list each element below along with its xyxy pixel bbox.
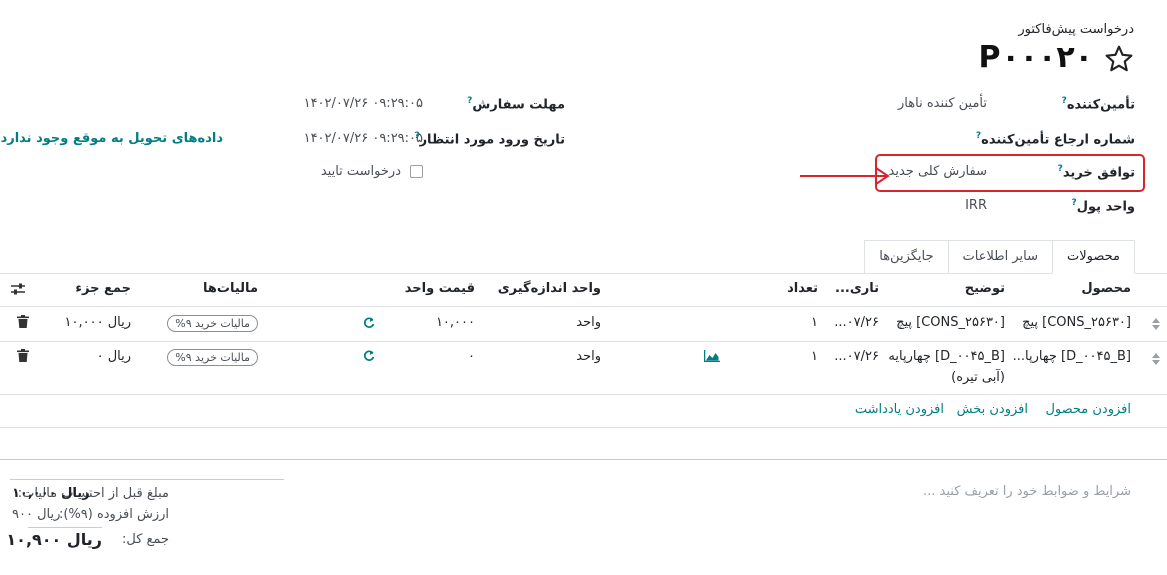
column-header-product[interactable]: محصول (1081, 281, 1131, 296)
untaxed-amount-value: ریال ۱۰,۰۰۰ (12, 486, 90, 501)
refresh-icon[interactable] (363, 350, 375, 362)
vendor-field[interactable]: تأمین کننده ناهار (898, 96, 987, 111)
description-cell[interactable]: [CONS_۲۵۶۳۰] پیچ (896, 315, 1005, 330)
drag-handle-icon[interactable] (1152, 353, 1160, 365)
row-divider (0, 427, 1167, 428)
unit-price-cell[interactable]: ۱۰,۰۰۰ (436, 315, 475, 330)
purchase-agreement-field[interactable]: سفارش کلی جدید (889, 164, 987, 179)
product-cell[interactable]: [CONS_۲۵۶۳۰] پیچ (1022, 315, 1131, 330)
forecast-chart-icon[interactable] (704, 350, 720, 362)
vendor-reference-label: شماره ارجاع تأمین‌کننده? (975, 131, 1135, 148)
request-confirmation-checkbox[interactable] (410, 165, 423, 178)
tab-products[interactable]: محصولات (1052, 240, 1135, 274)
subtotal-cell: ریال ۱۰,۰۰۰ (64, 315, 131, 330)
column-header-quantity[interactable]: تعداد (787, 281, 818, 296)
order-deadline-label: مهلت سفارش? (467, 96, 565, 113)
request-confirmation-label: درخواست تایید (320, 164, 401, 179)
tab-alternatives[interactable]: جایگزین‌ها (864, 240, 949, 274)
unit-price-cell[interactable]: ۰ (468, 349, 475, 364)
column-header-description[interactable]: توضیح (965, 281, 1005, 296)
table-header-divider (0, 306, 1167, 307)
expected-arrival-label: تاریخ ورود مورد انتظار? (414, 131, 565, 148)
uom-cell[interactable]: واحد (576, 349, 601, 364)
total-value: ریال ۱۰,۹۰۰ (6, 530, 102, 549)
document-kind-label: درخواست پیش‌فاکتور (1018, 22, 1134, 37)
currency-label: واحد پول? (1071, 198, 1136, 215)
currency-field[interactable]: IRR (965, 198, 987, 213)
arrow-right-icon (800, 167, 890, 185)
column-header-date[interactable]: تاری... (835, 281, 879, 296)
column-header-subtotal[interactable]: جمع جزء (75, 281, 131, 296)
vendor-label: تأمین‌کننده? (1061, 96, 1135, 113)
date-cell[interactable]: ...۰۷/۲۶ (834, 315, 879, 330)
tab-other-info[interactable]: سایر اطلاعات (947, 240, 1053, 274)
column-settings-icon[interactable] (11, 283, 25, 295)
totals-divider (10, 479, 284, 480)
drag-handle-icon[interactable] (1152, 318, 1160, 330)
expected-arrival-field[interactable]: ۱۴۰۲/۰۷/۲۶ ۰۹:۲۹:۰۵ (304, 131, 423, 146)
column-header-taxes[interactable]: مالیات‌ها (203, 281, 258, 296)
order-deadline-field[interactable]: ۱۴۰۲/۰۷/۲۶ ۰۹:۲۹:۰۵ (304, 96, 423, 111)
subtotal-cell: ریال ۰ (96, 349, 131, 364)
trash-icon[interactable] (17, 315, 29, 328)
star-outline-icon[interactable] (1103, 43, 1135, 75)
row-divider (0, 341, 1167, 342)
trash-icon[interactable] (17, 349, 29, 362)
quantity-cell[interactable]: ۱ (811, 349, 818, 364)
tax-badge[interactable]: مالیات خرید ۹% (167, 349, 258, 366)
quantity-cell[interactable]: ۱ (811, 315, 818, 330)
total-divider (28, 527, 102, 528)
terms-conditions-field[interactable]: شرایط و ضوابط خود را تعریف کنید ... (923, 484, 1131, 499)
row-divider (0, 394, 1167, 395)
column-header-uom[interactable]: واحد اندازه‌گیری (498, 281, 601, 296)
column-header-unit-price[interactable]: قیمت واحد (405, 281, 475, 296)
uom-cell[interactable]: واحد (576, 315, 601, 330)
add-product-link[interactable]: افزودن محصول (1045, 402, 1131, 417)
product-cell[interactable]: [D_۰۰۴۵_B] چهارپا... (1013, 349, 1131, 364)
add-section-link[interactable]: افزودن بخش (957, 402, 1028, 417)
on-time-delivery-link[interactable]: داده‌های تحویل به موقع وجود ندارد (1, 131, 223, 146)
refresh-icon[interactable] (363, 317, 375, 329)
section-divider (0, 459, 1167, 460)
description-cell[interactable]: [D_۰۰۴۵_B] چهارپایه (888, 349, 1005, 364)
date-cell[interactable]: ...۰۷/۲۶ (834, 349, 879, 364)
purchase-agreement-label: توافق خرید? (1057, 164, 1135, 181)
vat-value: ریال ۹۰۰ (12, 507, 61, 522)
add-note-link[interactable]: افزودن یادداشت (855, 402, 944, 417)
tab-bar: محصولات سایر اطلاعات جایگزین‌ها (864, 240, 1135, 274)
page-title: P۰۰۰۲۰ (978, 40, 1093, 75)
description-cell-second-line[interactable]: (آبی تیره) (951, 370, 1005, 385)
tax-badge[interactable]: مالیات خرید ۹% (167, 315, 258, 332)
total-label: جمع کل: (121, 532, 169, 547)
